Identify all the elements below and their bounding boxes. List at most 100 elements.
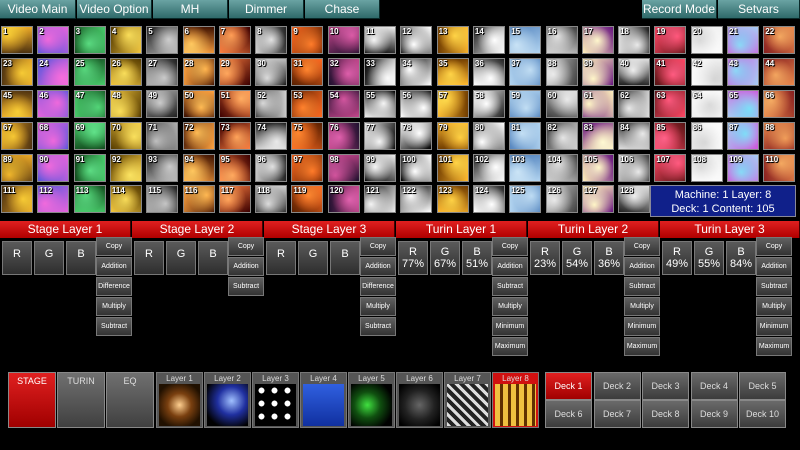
clip-thumbnail[interactable]: 96 [255, 154, 288, 182]
channel-g-button[interactable]: G 67% [430, 241, 460, 275]
blend-mode-button[interactable]: Multiply [492, 297, 528, 316]
clip-thumbnail[interactable]: 36 [472, 58, 505, 86]
layer-thumb-1[interactable]: Layer 1 [156, 372, 203, 428]
blend-mode-button[interactable]: Minimum [492, 317, 528, 336]
clip-thumbnail[interactable]: 97 [291, 154, 324, 182]
clip-thumbnail[interactable]: 11 [364, 26, 396, 54]
clip-thumbnail[interactable]: 69 [73, 122, 106, 150]
clip-thumbnail[interactable]: 29 [218, 58, 251, 86]
clip-thumbnail[interactable]: 19 [654, 26, 687, 54]
clip-thumbnail[interactable]: 125 [509, 185, 542, 213]
channel-g-button[interactable]: G 54% [562, 241, 592, 275]
clip-thumbnail[interactable]: 53 [291, 90, 324, 118]
clip-thumbnail[interactable]: 5 [146, 26, 179, 54]
blend-mode-button[interactable]: Addition [624, 257, 660, 276]
blend-mode-button[interactable]: Multiply [360, 297, 396, 316]
blend-mode-button[interactable]: Maximum [492, 337, 528, 356]
clip-thumbnail[interactable]: 49 [146, 90, 179, 118]
clip-thumbnail[interactable]: 90 [37, 154, 70, 182]
clip-thumbnail[interactable]: 98 [327, 154, 360, 182]
clip-thumbnail[interactable]: 27 [146, 58, 179, 86]
layer-thumb-7[interactable]: Layer 7 [444, 372, 491, 428]
clip-thumbnail[interactable]: 68 [37, 122, 70, 150]
clip-thumbnail[interactable]: 112 [37, 185, 70, 213]
clip-thumbnail[interactable]: 72 [182, 122, 215, 150]
blend-mode-button[interactable]: Subtract [492, 277, 528, 296]
blend-mode-button[interactable]: Addition [228, 257, 264, 276]
clip-thumbnail[interactable]: 114 [109, 185, 142, 213]
clip-thumbnail[interactable]: 99 [364, 154, 396, 182]
channel-r-button[interactable]: R [134, 241, 164, 275]
channel-r-button[interactable]: R 77% [398, 241, 428, 275]
clip-thumbnail[interactable]: 58 [472, 90, 505, 118]
clip-thumbnail[interactable]: 3 [73, 26, 106, 54]
blend-mode-button[interactable]: Subtract [756, 277, 792, 296]
clip-thumbnail[interactable]: 32 [327, 58, 360, 86]
blend-mode-button[interactable]: Difference [96, 277, 132, 296]
clip-thumbnail[interactable]: 55 [364, 90, 396, 118]
layer-thumb-8[interactable]: Layer 8 [492, 372, 539, 428]
clip-thumbnail[interactable]: 74 [255, 122, 288, 150]
clip-thumbnail[interactable]: 63 [654, 90, 687, 118]
channel-g-button[interactable]: G 55% [694, 241, 724, 275]
channel-r-button[interactable]: R [2, 241, 32, 275]
layer-thumb-4[interactable]: Layer 4 [300, 372, 347, 428]
clip-thumbnail[interactable]: 77 [364, 122, 396, 150]
layer-title-2[interactable]: Stage Layer 2 [132, 221, 263, 238]
deck-button-9[interactable]: Deck 9 [690, 400, 738, 428]
clip-thumbnail[interactable]: 66 [763, 90, 796, 118]
clip-thumbnail[interactable]: 9 [291, 26, 324, 54]
clip-thumbnail[interactable]: 119 [291, 185, 324, 213]
deck-button-4[interactable]: Deck 4 [690, 372, 738, 400]
layer-title-5[interactable]: Turin Layer 2 [528, 221, 659, 238]
channel-g-button[interactable]: G [166, 241, 196, 275]
clip-thumbnail[interactable]: 26 [109, 58, 142, 86]
clip-thumbnail[interactable]: 6 [182, 26, 215, 54]
clip-thumbnail[interactable]: 44 [763, 58, 796, 86]
clip-thumbnail[interactable]: 42 [690, 58, 723, 86]
clip-thumbnail[interactable]: 81 [509, 122, 542, 150]
clip-thumbnail[interactable]: 70 [109, 122, 142, 150]
blend-mode-button[interactable]: Addition [492, 257, 528, 276]
deck-button-6[interactable]: Deck 6 [545, 400, 592, 428]
mode-stage-button[interactable]: STAGE [8, 372, 56, 428]
blend-mode-button[interactable]: Maximum [624, 337, 660, 356]
blend-mode-button[interactable]: Copy [624, 237, 660, 256]
clip-thumbnail[interactable]: 82 [545, 122, 578, 150]
clip-thumbnail[interactable]: 34 [400, 58, 433, 86]
blend-mode-button[interactable]: Addition [360, 257, 396, 276]
clip-thumbnail[interactable]: 94 [182, 154, 215, 182]
clip-thumbnail[interactable]: 45 [1, 90, 33, 118]
clip-thumbnail[interactable]: 92 [109, 154, 142, 182]
layer-title-4[interactable]: Turin Layer 1 [396, 221, 527, 238]
deck-button-3[interactable]: Deck 3 [642, 372, 689, 400]
layer-thumb-2[interactable]: Layer 2 [204, 372, 251, 428]
clip-thumbnail[interactable]: 47 [73, 90, 106, 118]
clip-thumbnail[interactable]: 30 [255, 58, 288, 86]
clip-thumbnail[interactable]: 89 [1, 154, 33, 182]
channel-b-button[interactable]: B 84% [726, 241, 756, 275]
clip-thumbnail[interactable]: 105 [581, 154, 614, 182]
blend-mode-button[interactable]: Copy [228, 237, 264, 256]
clip-thumbnail[interactable]: 31 [291, 58, 324, 86]
clip-thumbnail[interactable]: 85 [654, 122, 687, 150]
clip-thumbnail[interactable]: 43 [727, 58, 759, 86]
blend-mode-button[interactable]: Multiply [96, 297, 132, 316]
tab-record-mode[interactable]: Record Mode [642, 0, 717, 19]
blend-mode-button[interactable]: Subtract [228, 277, 264, 296]
clip-thumbnail[interactable]: 79 [436, 122, 469, 150]
clip-thumbnail[interactable]: 21 [727, 26, 759, 54]
clip-thumbnail[interactable]: 126 [545, 185, 578, 213]
blend-mode-button[interactable]: Subtract [624, 277, 660, 296]
clip-thumbnail[interactable]: 13 [436, 26, 469, 54]
blend-mode-button[interactable]: Copy [492, 237, 528, 256]
clip-thumbnail[interactable]: 57 [436, 90, 469, 118]
clip-thumbnail[interactable]: 39 [581, 58, 614, 86]
clip-thumbnail[interactable]: 8 [255, 26, 288, 54]
clip-thumbnail[interactable]: 24 [37, 58, 70, 86]
clip-thumbnail[interactable]: 103 [509, 154, 542, 182]
clip-thumbnail[interactable]: 4 [109, 26, 142, 54]
channel-g-button[interactable]: G [34, 241, 64, 275]
channel-b-button[interactable]: B 51% [462, 241, 492, 275]
clip-thumbnail[interactable]: 115 [146, 185, 179, 213]
